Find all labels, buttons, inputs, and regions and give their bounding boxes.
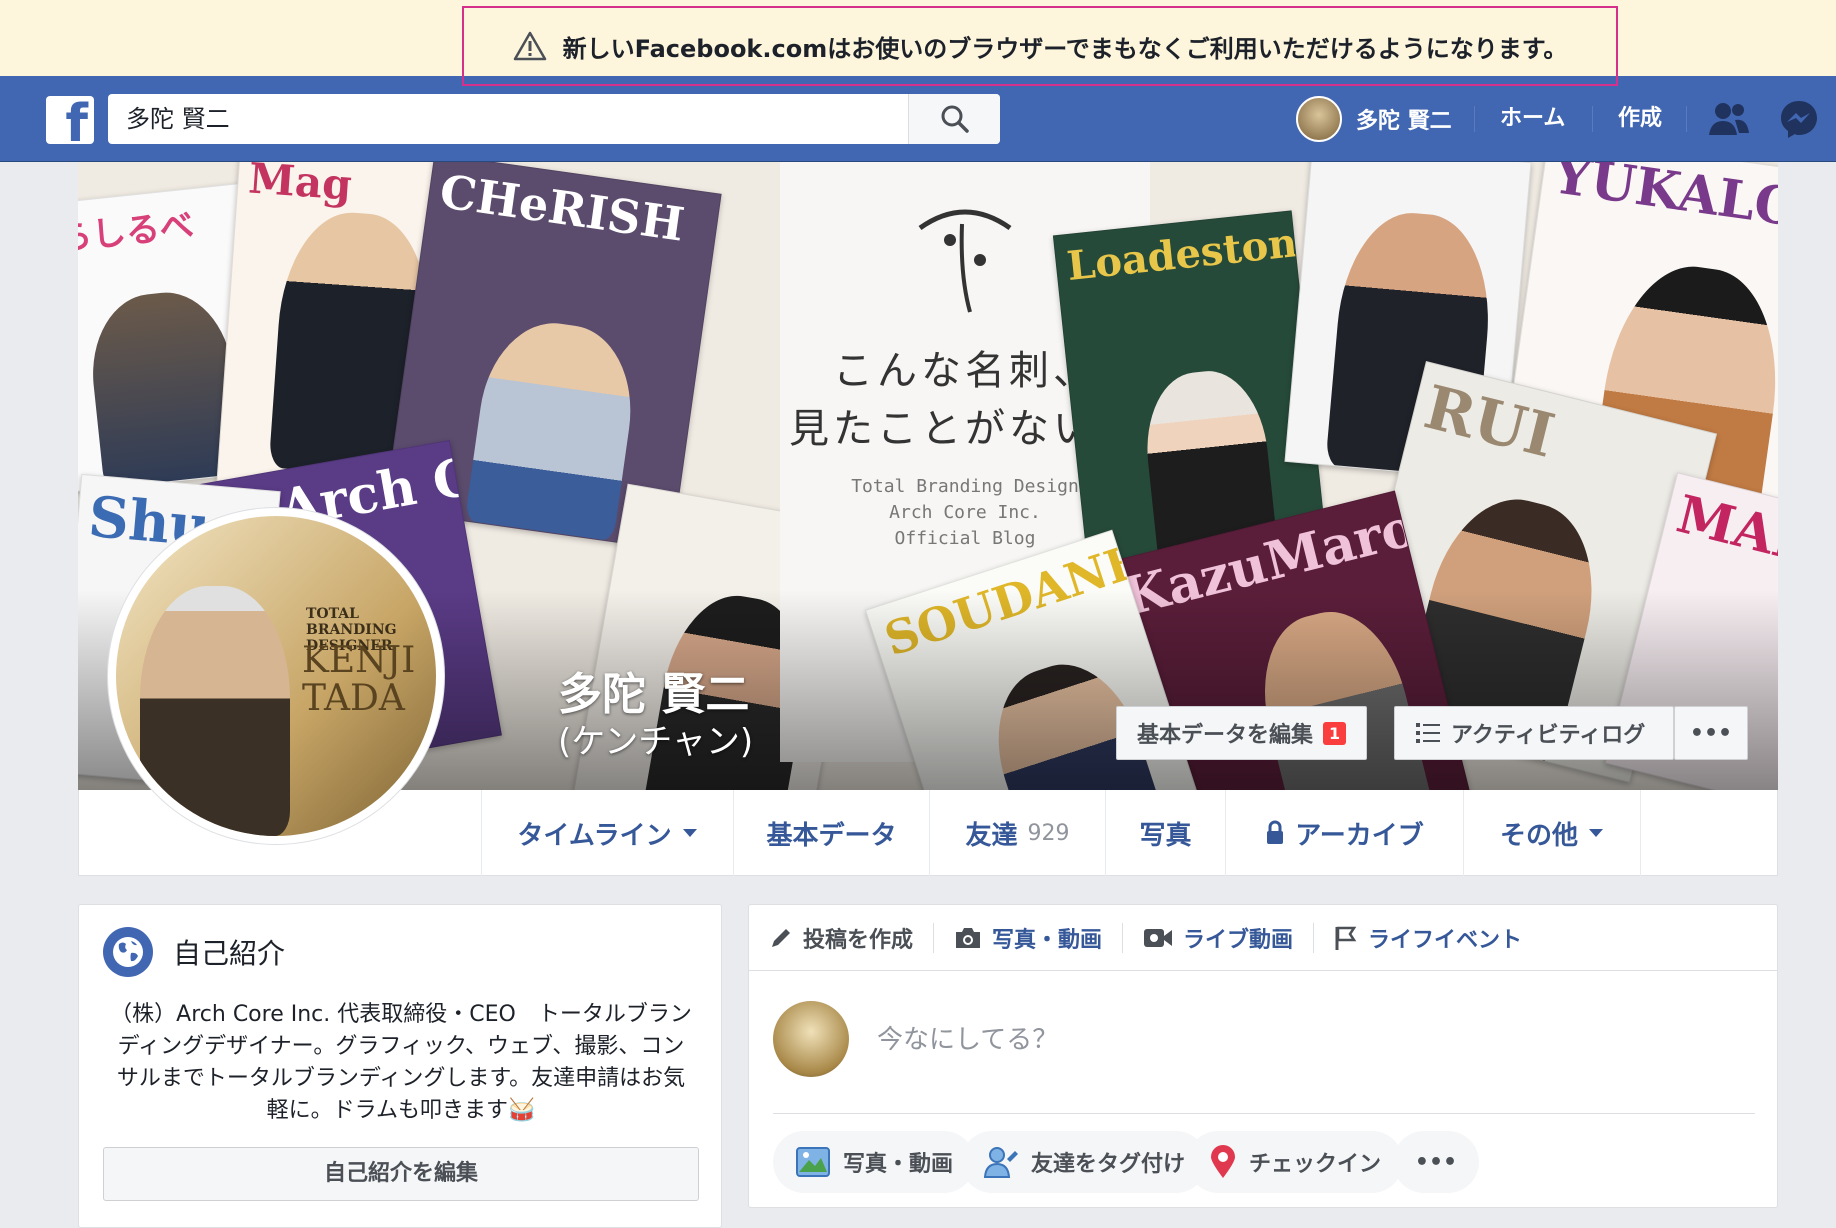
edit-intro-button[interactable]: 自己紹介を編集 <box>103 1147 699 1201</box>
photo-video-label: 写真・動画 <box>992 927 1103 953</box>
tab-more[interactable]: その他 <box>1463 790 1641 876</box>
photo-video-button-label: 写真・動画 <box>843 1152 954 1177</box>
post-input[interactable]: 今なにしてる？ <box>877 1019 1058 1056</box>
friend-requests-icon[interactable] <box>1706 96 1752 142</box>
tag-friends-button[interactable]: 友達をタグ付け <box>961 1131 1208 1193</box>
tab-about[interactable]: 基本データ <box>733 790 929 876</box>
post-composer: 投稿を作成 写真・動画 ライブ動画 ライフイベント 今なにしてる？ 写真・動画 … <box>748 904 1778 1208</box>
lock-icon <box>1267 820 1284 844</box>
activity-log-label: アクティビティログ <box>1451 723 1646 748</box>
tag-friends-button-label: 友達をタグ付け <box>1031 1152 1186 1177</box>
warning-icon <box>513 31 546 61</box>
edit-basic-data-button[interactable]: 基本データを編集 1 <box>1116 706 1368 760</box>
search-box[interactable]: 多陀 賢二 <box>108 94 1000 144</box>
tab-timeline[interactable]: タイムライン <box>481 790 733 876</box>
profile-picture[interactable]: TOTAL BRANDING DESIGNER KENJI TADA <box>108 508 444 844</box>
camera-icon <box>956 927 981 948</box>
location-pin-icon <box>1211 1145 1235 1178</box>
create-link[interactable]: 作成 <box>1618 94 1662 144</box>
search-input[interactable]: 多陀 賢二 <box>108 94 908 144</box>
profile-picture-name: KENJI TADA <box>302 640 416 719</box>
profile-name[interactable]: 多陀 賢二 <box>558 658 749 722</box>
notification-badge: 1 <box>1323 721 1347 745</box>
top-navigation-bar: f 多陀 賢二 多陀 賢二 ホーム 作成 <box>0 76 1836 162</box>
caret-down-icon <box>1589 829 1603 837</box>
divider <box>1474 106 1475 132</box>
tag-friends-icon <box>983 1147 1018 1178</box>
intro-bio: （株）Arch Core Inc. 代表取締役・CEO トータルブランディングデ… <box>110 1002 692 1123</box>
messenger-icon[interactable] <box>1776 96 1822 142</box>
tab-photos[interactable]: 写真 <box>1105 790 1225 876</box>
pencil-icon <box>772 928 790 947</box>
avatar <box>773 1001 849 1077</box>
avatar <box>1296 96 1342 142</box>
photo-icon <box>796 1147 830 1177</box>
edit-basic-data-label: 基本データを編集 <box>1137 723 1314 748</box>
search-icon <box>941 105 969 133</box>
activity-log-button[interactable]: アクティビティログ <box>1394 706 1674 760</box>
divider <box>1592 106 1593 132</box>
profile-link-name: 多陀 賢二 <box>1356 109 1452 134</box>
browser-notice: 新しいFacebook.comはお使いのブラウザーでまもなくご利用いただけるよう… <box>462 6 1618 86</box>
divider <box>1686 106 1687 132</box>
create-post-tab[interactable]: 投稿を作成 <box>749 918 933 958</box>
create-post-label: 投稿を作成 <box>803 927 914 953</box>
check-in-button-label: チェックイン <box>1249 1152 1382 1177</box>
more-composer-options-button[interactable]: ••• <box>1393 1131 1479 1193</box>
tab-more-label: その他 <box>1499 820 1578 851</box>
home-link[interactable]: ホーム <box>1500 94 1565 144</box>
globe-icon <box>103 927 153 977</box>
intro-title: 自己紹介 <box>173 937 286 970</box>
tab-archive[interactable]: アーカイブ <box>1225 790 1463 876</box>
check-in-button[interactable]: チェックイン <box>1187 1131 1404 1193</box>
photo-video-tab[interactable]: 写真・動画 <box>934 918 1122 958</box>
photo-video-button[interactable]: 写真・動画 <box>773 1131 976 1193</box>
arch-core-logo-icon <box>918 209 1012 313</box>
tab-archive-label: アーカイブ <box>1295 820 1424 851</box>
more-options-button[interactable]: ••• <box>1674 706 1748 760</box>
friends-count: 929 <box>1027 820 1070 846</box>
tab-timeline-label: タイムライン <box>517 820 672 851</box>
tab-friends[interactable]: 友達 929 <box>929 790 1105 876</box>
live-video-label: ライブ動画 <box>1183 927 1294 953</box>
more-icon: ••• <box>1414 1149 1458 1175</box>
caret-down-icon <box>682 829 697 837</box>
intro-header: 自己紹介 <box>103 927 285 977</box>
life-event-label: ライフイベント <box>1368 927 1523 953</box>
profile-link[interactable]: 多陀 賢二 <box>1296 94 1452 144</box>
flag-icon <box>1335 926 1357 950</box>
profile-nickname: (ケンチャン) <box>558 722 754 762</box>
life-event-tab[interactable]: ライフイベント <box>1314 918 1542 958</box>
live-video-tab[interactable]: ライブ動画 <box>1123 918 1313 958</box>
video-camera-icon <box>1144 928 1173 947</box>
composer-tabs: 投稿を作成 写真・動画 ライブ動画 ライフイベント <box>749 905 1777 971</box>
facebook-logo-icon[interactable]: f <box>46 96 94 144</box>
intro-card: 自己紹介 （株）Arch Core Inc. 代表取締役・CEO トータルブラン… <box>78 904 722 1228</box>
tab-friends-label: 友達 <box>965 820 1018 851</box>
more-options-icon: ••• <box>1689 720 1733 746</box>
list-icon <box>1416 723 1440 743</box>
search-button[interactable] <box>908 94 1000 144</box>
notice-text: 新しいFacebook.comはお使いのブラウザーでまもなくご利用いただけるよう… <box>562 34 1568 63</box>
divider <box>773 1113 1755 1114</box>
